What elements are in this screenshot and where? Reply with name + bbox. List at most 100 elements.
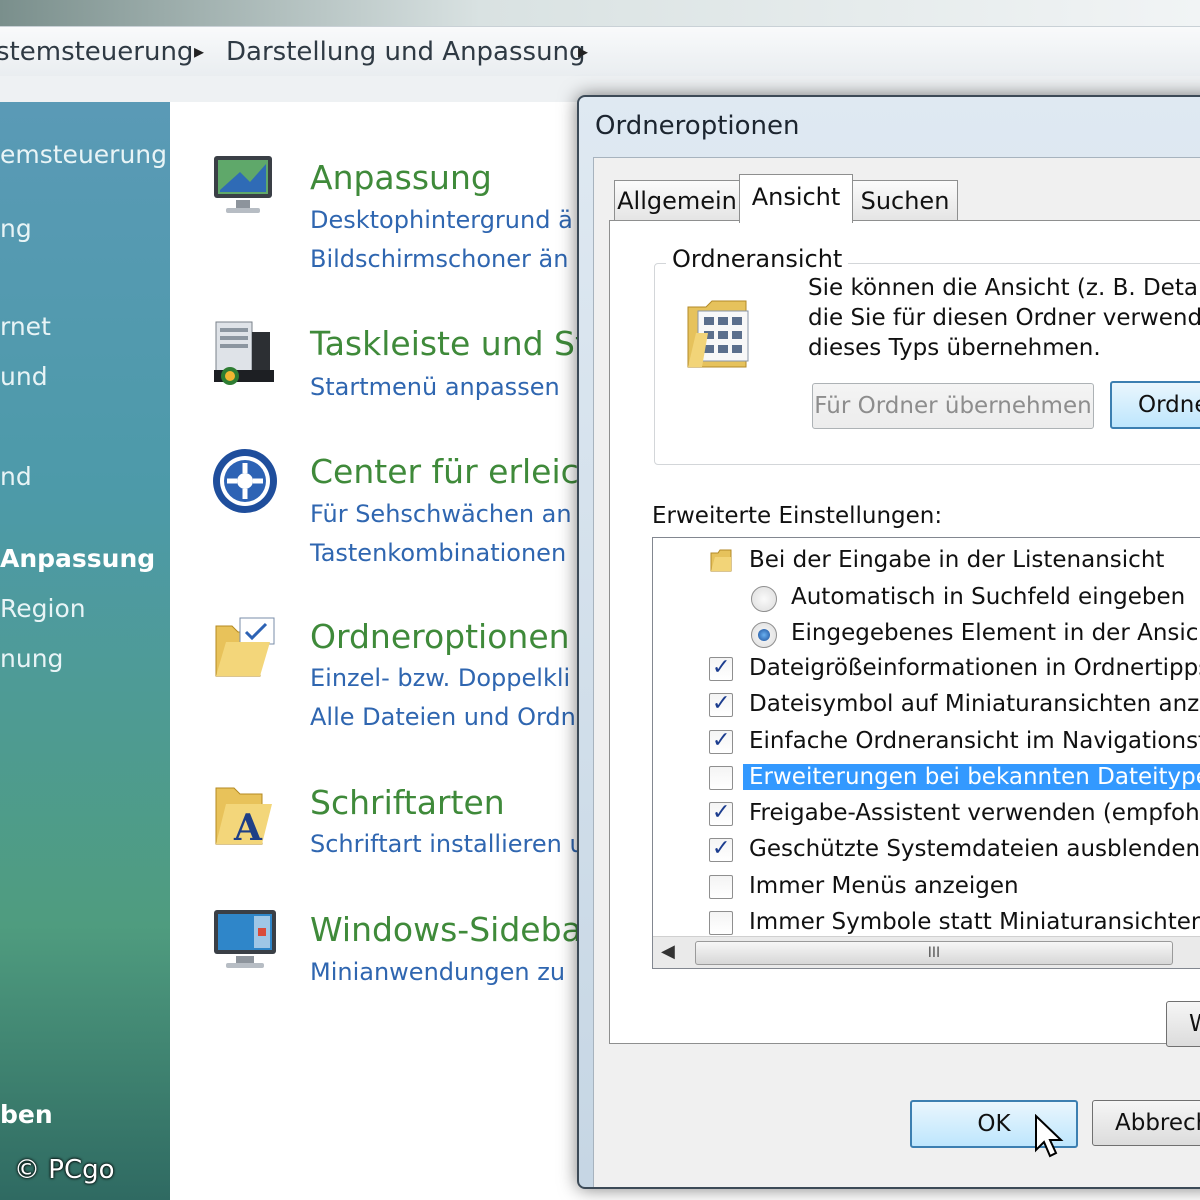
sidebar-item[interactable]: ben: [0, 1100, 53, 1129]
copyright-watermark: © PCgo: [14, 1155, 115, 1185]
sidebar-item[interactable]: emsteuerung: [0, 140, 167, 169]
setting-label[interactable]: Freigabe-Assistent verwenden (empfohlen): [749, 800, 1200, 826]
list-item[interactable]: ✓ Dateisymbol auf Miniaturansichten anze…: [653, 688, 1200, 724]
checkbox-checked[interactable]: ✓: [709, 836, 733, 862]
setting-label[interactable]: Dateisymbol auf Miniaturansichten anzeig…: [749, 691, 1200, 717]
list-item[interactable]: ✓ Freigabe-Assistent verwenden (empfohle…: [653, 797, 1200, 833]
tab-suchen[interactable]: Suchen: [852, 180, 958, 221]
tab-ansicht[interactable]: Ansicht: [739, 174, 853, 223]
ease-of-access-icon[interactable]: [210, 446, 280, 516]
category-link[interactable]: Startmenü anpassen: [310, 373, 560, 401]
address-bar[interactable]: stemsteuerung ▸ Darstellung und Anpassun…: [0, 26, 1200, 78]
horizontal-scrollbar[interactable]: ◀ III: [653, 936, 1200, 968]
setting-label[interactable]: Geschützte Systemdateien ausblenden (em: [749, 836, 1200, 862]
scrollbar-thumb[interactable]: III: [695, 941, 1173, 965]
category-link[interactable]: Für Sehschwächen an: [310, 500, 572, 528]
sidebar-icon[interactable]: [210, 906, 280, 976]
sidebar-item[interactable]: ng: [0, 214, 32, 243]
category-title-center[interactable]: Center für erleich: [310, 452, 590, 491]
category-link[interactable]: Alle Dateien und Ordn: [310, 703, 576, 731]
list-item: Bei der Eingabe in der Listenansicht: [653, 544, 1200, 580]
sidebar-item[interactable]: rnet: [0, 312, 51, 341]
advanced-settings-list[interactable]: Bei der Eingabe in der Listenansicht Aut…: [652, 537, 1200, 969]
description-line: die Sie für diesen Ordner verwenden: [808, 305, 1200, 331]
checkbox-unchecked[interactable]: [709, 766, 733, 790]
checkmark-icon: ✓: [712, 691, 731, 716]
setting-label[interactable]: Eingegebenes Element in der Ansicht a: [791, 620, 1200, 646]
dialog-body: Allgemein Ansicht Suchen Ordneransicht S…: [593, 157, 1200, 1187]
list-item[interactable]: Automatisch in Suchfeld eingeben: [653, 581, 1200, 617]
taskbar-icon[interactable]: [210, 318, 280, 388]
scroll-left-arrow-icon[interactable]: ◀: [661, 941, 675, 962]
category-title-ordneroptionen[interactable]: Ordneroptionen: [310, 617, 570, 656]
category-title-anpassung[interactable]: Anpassung: [310, 158, 492, 197]
dialog-title: Ordneroptionen: [595, 111, 800, 141]
radio-button[interactable]: [751, 586, 777, 612]
radio-dot-icon: [758, 629, 770, 641]
list-item[interactable]: Eingegebenes Element in der Ansicht a: [653, 617, 1200, 653]
sidebar-item[interactable]: nung: [0, 644, 63, 673]
folder-view-icon: [687, 300, 749, 368]
svg-text:A: A: [233, 807, 263, 848]
list-item[interactable]: Immer Menüs anzeigen: [653, 870, 1200, 906]
breadcrumb-item-darstellung[interactable]: Darstellung und Anpassung: [226, 37, 586, 67]
group-title: Ordneransicht: [666, 245, 849, 273]
checkmark-icon: ✓: [712, 655, 731, 680]
category-link[interactable]: Desktophintergrund ä: [310, 206, 573, 234]
folder-options-icon[interactable]: [210, 612, 280, 682]
display-icon[interactable]: [210, 150, 280, 220]
checkbox-checked[interactable]: ✓: [709, 691, 733, 717]
sidebar-item-region[interactable]: Region: [0, 594, 86, 623]
setting-label[interactable]: Erweiterungen bei bekannten Dateitypen a: [743, 764, 1200, 790]
category-title-taskleiste[interactable]: Taskleiste und St: [310, 324, 588, 363]
setting-label[interactable]: Dateigrößeinformationen in Ordnertipps a…: [749, 655, 1200, 681]
category-title-sidebar[interactable]: Windows-Sideba: [310, 910, 582, 949]
setting-label[interactable]: Automatisch in Suchfeld eingeben: [791, 584, 1185, 610]
checkmark-icon: ✓: [712, 836, 731, 861]
reset-folders-button[interactable]: Ordne: [1110, 381, 1200, 429]
restore-defaults-button[interactable]: W: [1166, 1001, 1200, 1047]
breadcrumb-arrow-icon[interactable]: ▸: [578, 39, 588, 63]
description-line: dieses Typs übernehmen.: [808, 335, 1101, 361]
apply-to-folders-button[interactable]: Für Ordner übernehmen: [812, 383, 1094, 429]
setting-label: Bei der Eingabe in der Listenansicht: [749, 547, 1165, 573]
category-link[interactable]: Schriftart installieren u: [310, 830, 585, 858]
category-link[interactable]: Einzel- bzw. Doppelkli: [310, 664, 570, 692]
tab-allgemein[interactable]: Allgemein: [614, 180, 740, 221]
advanced-settings-label: Erweiterte Einstellungen:: [652, 503, 943, 529]
checkbox-unchecked[interactable]: [709, 911, 733, 935]
cancel-button[interactable]: Abbrech: [1092, 1100, 1200, 1146]
category-link[interactable]: Bildschirmschoner än: [310, 245, 568, 273]
list-item[interactable]: ✓ Geschützte Systemdateien ausblenden (e…: [653, 833, 1200, 869]
breadcrumb-arrow-icon[interactable]: ▸: [194, 39, 204, 63]
folder-icon: [710, 549, 732, 572]
checkmark-icon: ✓: [712, 800, 731, 825]
folder-options-dialog: Ordneroptionen Allgemein Ansicht Suchen …: [577, 95, 1200, 1189]
tab-panel-ansicht: Ordneransicht Sie können die Ansicht (z.…: [609, 220, 1200, 1047]
checkbox-checked[interactable]: ✓: [709, 655, 733, 681]
sidebar: emsteuerung ng rnet und nd Anpassung Reg…: [0, 102, 170, 1200]
setting-label[interactable]: Immer Symbole statt Miniaturansichten an…: [749, 909, 1200, 935]
list-item[interactable]: ✓ Einfache Ordneransicht im Navigationsf…: [653, 725, 1200, 761]
category-list: Anpassung Desktophintergrund ä Bildschir…: [170, 102, 590, 1200]
sidebar-item[interactable]: nd: [0, 462, 32, 491]
category-link[interactable]: Minianwendungen zu: [310, 958, 565, 986]
checkmark-icon: ✓: [712, 728, 731, 753]
list-item[interactable]: ✓ Dateigrößeinformationen in Ordnertipps…: [653, 652, 1200, 688]
mouse-cursor-icon: [1035, 1114, 1064, 1158]
window-title-strip: [0, 0, 1200, 26]
setting-label[interactable]: Einfache Ordneransicht im Navigationsfen…: [749, 728, 1200, 754]
checkbox-unchecked[interactable]: [709, 875, 733, 899]
checkbox-checked[interactable]: ✓: [709, 800, 733, 826]
category-title-schriftarten[interactable]: Schriftarten: [310, 783, 505, 822]
sidebar-item-anpassung[interactable]: Anpassung: [0, 544, 155, 573]
breadcrumb-item-systemsteuerung[interactable]: stemsteuerung: [0, 37, 193, 67]
sidebar-item[interactable]: und: [0, 362, 48, 391]
list-item-selected[interactable]: Erweiterungen bei bekannten Dateitypen a: [653, 761, 1200, 797]
radio-button-checked[interactable]: [751, 622, 777, 648]
checkbox-checked[interactable]: ✓: [709, 728, 733, 754]
description-line: Sie können die Ansicht (z. B. Details: [808, 275, 1200, 301]
category-link[interactable]: Tastenkombinationen: [310, 539, 566, 567]
setting-label[interactable]: Immer Menüs anzeigen: [749, 873, 1019, 899]
fonts-folder-icon[interactable]: A: [210, 778, 280, 848]
